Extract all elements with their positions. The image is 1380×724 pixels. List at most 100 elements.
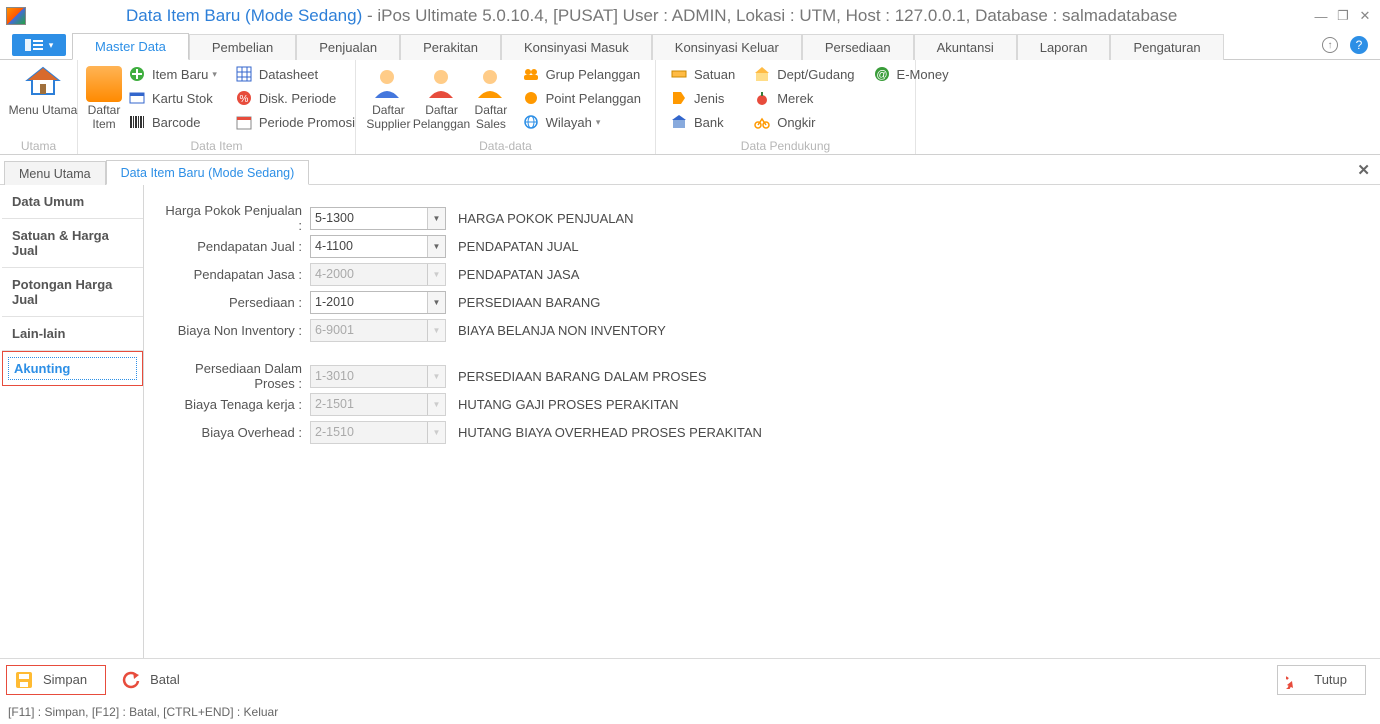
daftar-pelanggan-button[interactable]: Daftar Pelanggan <box>413 62 470 134</box>
combo-biaya-noninv: 6-9001▼ <box>310 319 446 342</box>
barcode-label: Barcode <box>152 115 200 130</box>
action-bar: Simpan Batal Tutup <box>0 658 1380 700</box>
restore-button[interactable]: ❐ <box>1334 8 1352 24</box>
globe-icon <box>522 113 540 131</box>
doc-tab-data-item-baru[interactable]: Data Item Baru (Mode Sedang) <box>106 160 310 185</box>
ribbon-tab-persediaan[interactable]: Persediaan <box>802 34 914 60</box>
label-persediaan-proses: Persediaan Dalam Proses : <box>160 361 310 391</box>
ribbon-tab-laporan[interactable]: Laporan <box>1017 34 1111 60</box>
box-icon <box>86 66 122 102</box>
desc-pendapatan-jual: PENDAPATAN JUAL <box>458 239 579 254</box>
plus-icon <box>128 65 146 83</box>
svg-text:%: % <box>239 94 248 105</box>
daftar-supplier-button[interactable]: Daftar Supplier <box>364 62 413 134</box>
menu-utama-button[interactable]: Menu Utama <box>8 62 78 118</box>
dept-gudang-button[interactable]: Dept/Gudang <box>747 62 860 86</box>
wilayah-button[interactable]: Wilayah▾ <box>516 110 647 134</box>
ribbon-body: Menu Utama Utama Daftar Item Item Baru▾ … <box>0 60 1380 155</box>
close-button[interactable]: ✕ <box>1356 8 1374 24</box>
side-nav-data-umum[interactable]: Data Umum <box>2 185 143 219</box>
point-pelanggan-label: Point Pelanggan <box>546 91 641 106</box>
batal-button[interactable]: Batal <box>114 665 198 695</box>
side-nav-satuan-harga[interactable]: Satuan & Harga Jual <box>2 219 143 268</box>
daftar-pelanggan-label: Daftar Pelanggan <box>413 104 470 132</box>
ribbon-tab-pengaturan[interactable]: Pengaturan <box>1110 34 1223 60</box>
satuan-button[interactable]: Satuan <box>664 62 741 86</box>
label-persediaan: Persediaan : <box>160 295 310 310</box>
form-row-pendapatan-jual: Pendapatan Jual : 4-1100▼ PENDAPATAN JUA… <box>160 233 1358 259</box>
point-icon <box>522 89 540 107</box>
ribbon-tab-konsinyasi-masuk[interactable]: Konsinyasi Masuk <box>501 34 652 60</box>
item-baru-button[interactable]: Item Baru▾ <box>122 62 223 86</box>
desc-tenaga-kerja: HUTANG GAJI PROSES PERAKITAN <box>458 397 679 412</box>
daftar-sales-label: Daftar Sales <box>475 104 508 132</box>
minimize-button[interactable]: — <box>1312 9 1330 24</box>
ribbon-tab-akuntansi[interactable]: Akuntansi <box>914 34 1017 60</box>
side-nav-akunting-label: Akunting <box>8 357 137 380</box>
chevron-down-icon: ▼ <box>427 366 445 387</box>
window-title-primary: Data Item Baru (Mode Sedang) <box>126 6 362 25</box>
app-logo-icon <box>6 7 26 25</box>
simpan-button[interactable]: Simpan <box>6 665 106 695</box>
status-bar: [F11] : Simpan, [F12] : Batal, [CTRL+END… <box>0 702 1380 724</box>
combo-pendapatan-jasa: 4-2000▼ <box>310 263 446 286</box>
warehouse-icon <box>753 65 771 83</box>
app-menu-button[interactable]: ▾ <box>12 34 66 56</box>
side-nav-potongan-harga[interactable]: Potongan Harga Jual <box>2 268 143 317</box>
combo-pendapatan-jual[interactable]: 4-1100▼ <box>310 235 446 258</box>
daftar-sales-button[interactable]: Daftar Sales <box>470 62 511 134</box>
form-row-hpp: Harga Pokok Penjualan : 5-1300▼ HARGA PO… <box>160 205 1358 231</box>
combo-persediaan[interactable]: 1-2010▼ <box>310 291 446 314</box>
form-area: Harga Pokok Penjualan : 5-1300▼ HARGA PO… <box>144 185 1378 664</box>
doc-tab-close-icon[interactable]: ✕ <box>1357 161 1370 179</box>
combo-hpp[interactable]: 5-1300▼ <box>310 207 446 230</box>
periode-promosi-button[interactable]: Periode Promosi <box>229 110 361 134</box>
form-row-persediaan: Persediaan : 1-2010▼ PERSEDIAAN BARANG <box>160 289 1358 315</box>
combo-tenaga-kerja-value: 2-1501 <box>315 397 354 411</box>
combo-overhead-value: 2-1510 <box>315 425 354 439</box>
ribbon-group-data-item: Data Item <box>78 139 355 153</box>
ribbon-tab-konsinyasi-keluar[interactable]: Konsinyasi Keluar <box>652 34 802 60</box>
desc-overhead: HUTANG BIAYA OVERHEAD PROSES PERAKITAN <box>458 425 762 440</box>
ribbon-tab-pembelian[interactable]: Pembelian <box>189 34 296 60</box>
label-pendapatan-jual: Pendapatan Jual : <box>160 239 310 254</box>
emoney-button[interactable]: @E-Money <box>867 62 955 86</box>
titlebar: Data Item Baru (Mode Sedang) - iPos Ulti… <box>0 0 1380 32</box>
barcode-icon <box>128 113 146 131</box>
ribbon-tab-perakitan[interactable]: Perakitan <box>400 34 501 60</box>
doc-tab-menu-utama[interactable]: Menu Utama <box>4 161 106 185</box>
jenis-button[interactable]: Jenis <box>664 86 741 110</box>
upload-icon[interactable]: ↑ <box>1322 37 1338 53</box>
bank-button[interactable]: Bank <box>664 110 741 134</box>
pelanggan-icon <box>424 66 460 102</box>
emoney-label: E-Money <box>897 67 949 82</box>
form-row-tenaga-kerja: Biaya Tenaga kerja : 2-1501▼ HUTANG GAJI… <box>160 391 1358 417</box>
chevron-down-icon: ▼ <box>427 292 445 313</box>
jenis-label: Jenis <box>694 91 724 106</box>
disk-periode-button[interactable]: %Disk. Periode <box>229 86 361 110</box>
ribbon-tab-penjualan[interactable]: Penjualan <box>296 34 400 60</box>
ribbon-tab-master-data[interactable]: Master Data <box>72 33 189 60</box>
datasheet-label: Datasheet <box>259 67 318 82</box>
barcode-button[interactable]: Barcode <box>122 110 223 134</box>
form-row-biaya-noninv: Biaya Non Inventory : 6-9001▼ BIAYA BELA… <box>160 317 1358 343</box>
wilayah-label: Wilayah <box>546 115 592 130</box>
ongkir-button[interactable]: Ongkir <box>747 110 860 134</box>
tutup-button[interactable]: Tutup <box>1277 665 1366 695</box>
help-icon[interactable]: ? <box>1350 36 1368 54</box>
datasheet-button[interactable]: Datasheet <box>229 62 361 86</box>
ribbon-group-data-data: Data-data <box>356 139 655 153</box>
daftar-item-button[interactable]: Daftar Item <box>86 62 122 134</box>
side-nav-akunting[interactable]: Akunting <box>2 351 143 386</box>
combo-persediaan-proses: 1-3010▼ <box>310 365 446 388</box>
merek-button[interactable]: Merek <box>747 86 860 110</box>
point-pelanggan-button[interactable]: Point Pelanggan <box>516 86 647 110</box>
side-nav-lain-lain[interactable]: Lain-lain <box>2 317 143 351</box>
form-row-overhead: Biaya Overhead : 2-1510▼ HUTANG BIAYA OV… <box>160 419 1358 445</box>
chevron-down-icon: ▼ <box>427 320 445 341</box>
periode-promosi-label: Periode Promosi <box>259 115 355 130</box>
side-nav: Data Umum Satuan & Harga Jual Potongan H… <box>2 185 144 664</box>
kartu-stok-button[interactable]: Kartu Stok <box>122 86 223 110</box>
grup-pelanggan-button[interactable]: Grup Pelanggan <box>516 62 647 86</box>
ribbon-tab-strip: ▾ Master Data Pembelian Penjualan Peraki… <box>0 32 1380 60</box>
